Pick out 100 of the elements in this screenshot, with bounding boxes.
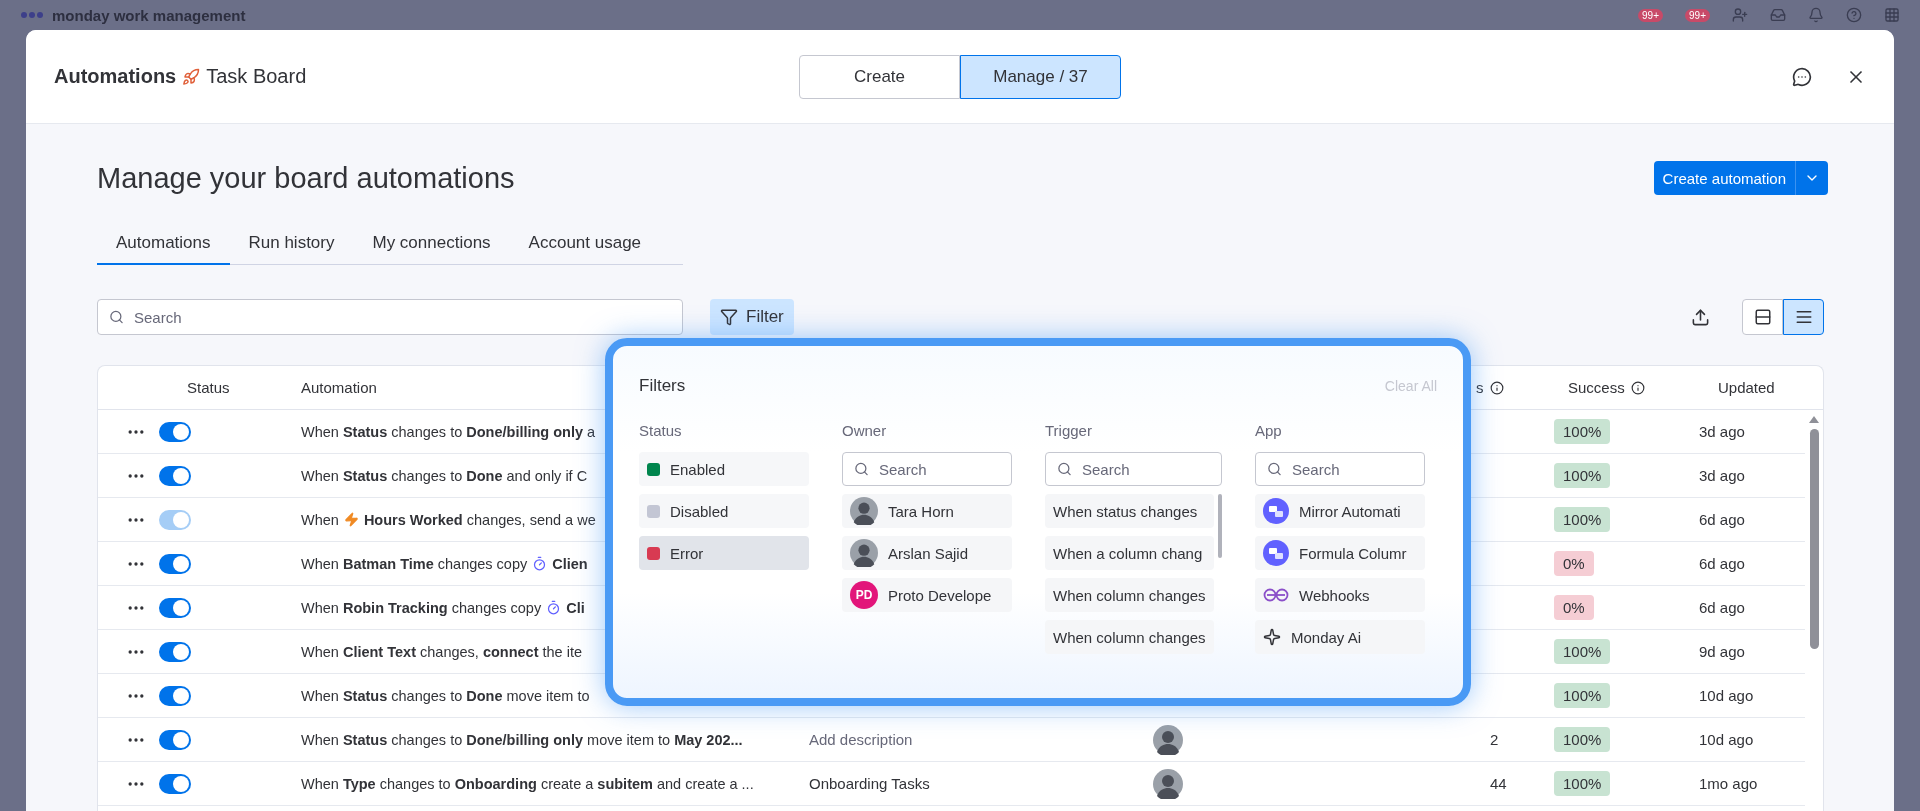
bolt-icon	[343, 512, 359, 527]
status-toggle[interactable]	[159, 641, 191, 662]
list-view-button[interactable]	[1783, 299, 1824, 335]
webhook-icon	[1263, 588, 1289, 602]
app-option[interactable]: Mirror Automati	[1255, 494, 1425, 528]
automation-text: When Status changes to Done/billing only a	[301, 423, 596, 440]
scrollbar-thumb[interactable]	[1218, 494, 1222, 558]
create-automation-button[interactable]: Create automation	[1653, 161, 1828, 195]
success-rate: 100%	[1554, 507, 1611, 532]
automation-text: When Robin Tracking changes copy Cli	[301, 599, 585, 616]
status-option[interactable]: Enabled	[639, 452, 809, 486]
cards-view-icon	[1753, 308, 1772, 326]
status-toggle[interactable]	[159, 421, 191, 442]
description-text[interactable]: Add description	[809, 731, 1098, 748]
trigger-option[interactable]: When column changes	[1045, 620, 1214, 654]
bell-icon[interactable]	[1808, 7, 1824, 23]
search-field[interactable]: Search	[97, 299, 683, 335]
search-icon	[854, 461, 869, 477]
status-option[interactable]: Disabled	[639, 494, 809, 528]
status-toggle[interactable]	[159, 553, 191, 574]
success-rate: 100%	[1554, 727, 1611, 752]
column-header: Status	[187, 379, 230, 396]
app-option[interactable]: Formula Columr	[1255, 536, 1425, 570]
success-rate: 100%	[1554, 683, 1611, 708]
sparkle-icon	[1263, 628, 1281, 646]
automation-text: When Status changes to Done and only if C	[301, 467, 588, 484]
search-field[interactable]: Search	[1045, 452, 1222, 486]
updated-time: 6d ago	[1698, 599, 1746, 616]
runs-count: 2	[1490, 731, 1499, 748]
filter-label: Trigger	[1045, 422, 1093, 439]
updated-time: 10d ago	[1698, 687, 1755, 704]
scrollbar-thumb[interactable]	[1809, 429, 1819, 649]
automation-text: When Hours Worked changes, send a we	[301, 511, 596, 528]
updated-time: 3d ago	[1698, 423, 1746, 440]
updated-time: 6d ago	[1698, 511, 1746, 528]
search-icon	[1267, 461, 1282, 477]
inbox-icon[interactable]	[1770, 7, 1786, 23]
success-rate: 0%	[1554, 551, 1594, 576]
search-field[interactable]: Search	[842, 452, 1012, 486]
updated-time: 9d ago	[1698, 643, 1746, 660]
trigger-option[interactable]: When status changes	[1045, 494, 1214, 528]
automation-text: When Status changes to Done move item to	[301, 687, 590, 704]
tab[interactable]: My connections	[353, 224, 510, 265]
app-icon	[1263, 540, 1289, 566]
owner-option[interactable]: Arslan Sajid	[842, 536, 1012, 570]
app-option[interactable]: Webhooks	[1255, 578, 1425, 612]
window-title: Automations	[54, 65, 177, 88]
filter-button[interactable]: Filter	[710, 299, 794, 335]
column-header: Automation	[301, 379, 377, 396]
app-option[interactable]: Monday Ai	[1255, 620, 1425, 654]
owner-option[interactable]: Tara Horn	[842, 494, 1012, 528]
filter-label: Status	[639, 422, 683, 439]
feedback-icon[interactable]	[1792, 66, 1812, 87]
tab[interactable]: Run history	[229, 224, 354, 265]
notification-badge: 99+	[1685, 8, 1710, 22]
status-option[interactable]: Error	[639, 536, 809, 570]
status-toggle[interactable]	[159, 685, 191, 706]
trigger-option[interactable]: When a column chang	[1045, 536, 1214, 570]
automation-text: When Type changes to Onboarding create a subitem and create a ...	[301, 775, 754, 792]
success-rate: 100%	[1554, 639, 1611, 664]
timer-icon	[546, 600, 562, 615]
app-icon	[1263, 498, 1289, 524]
column-header: Updated	[1718, 379, 1775, 396]
column-header: s	[1476, 379, 1484, 396]
updated-time: 1mo ago	[1698, 775, 1759, 792]
notification-badge: 99+	[1638, 8, 1664, 22]
search-icon	[109, 309, 124, 325]
brand-name: monday work management	[52, 6, 246, 24]
success-rate: 100%	[1554, 419, 1611, 444]
owner-option[interactable]: PD Proto Develope	[842, 578, 1012, 612]
page-heading: Manage your board automations	[97, 161, 515, 195]
avatar	[850, 497, 878, 525]
scroll-up-icon[interactable]	[1809, 416, 1819, 423]
automation-text: When Client Text changes, connect the ite	[301, 643, 582, 660]
success-rate: 100%	[1554, 463, 1611, 488]
board-name: Task Board	[206, 65, 307, 88]
avatar	[850, 539, 878, 567]
card-view-button[interactable]	[1742, 299, 1783, 335]
success-rate: 0%	[1554, 595, 1594, 620]
mode-tab[interactable]: Create	[799, 54, 960, 99]
mode-tab[interactable]: Manage / 37	[960, 54, 1121, 99]
runs-count: 44	[1490, 775, 1507, 792]
automation-text: When Batman Time changes copy Clien	[301, 555, 588, 572]
updated-time: 3d ago	[1698, 467, 1746, 484]
column-header: Success	[1568, 379, 1625, 396]
status-toggle[interactable]	[159, 465, 191, 486]
invite-icon[interactable]	[1732, 7, 1748, 23]
tab[interactable]: Account usage	[509, 224, 661, 265]
tab[interactable]: Automations	[97, 224, 230, 265]
status-toggle[interactable]	[159, 729, 191, 750]
initials-avatar: PD	[850, 581, 878, 609]
status-toggle[interactable]	[159, 597, 191, 618]
filter-label: App	[1255, 422, 1283, 439]
help-icon[interactable]	[1846, 7, 1862, 23]
search-field[interactable]: Search	[1255, 452, 1425, 486]
trigger-option[interactable]: When column changes	[1045, 578, 1214, 612]
status-toggle[interactable]	[159, 773, 191, 794]
updated-time: 10d ago	[1698, 731, 1755, 748]
filter-icon	[720, 308, 738, 326]
popup-title: Filters	[639, 376, 686, 396]
